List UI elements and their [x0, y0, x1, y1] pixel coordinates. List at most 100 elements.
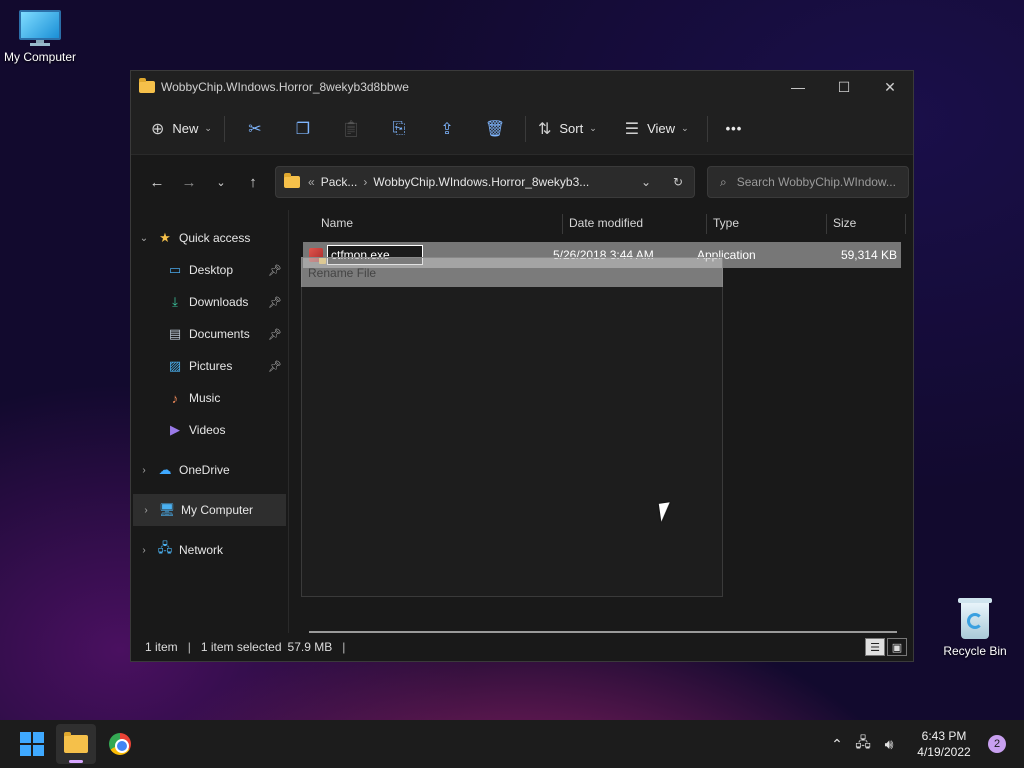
new-label: New — [172, 121, 199, 136]
pin-icon: 📌︎ — [268, 328, 282, 341]
music-icon: ♪ — [171, 390, 179, 406]
nav-network[interactable]: › 🖧︎ Network — [131, 534, 288, 566]
nav-videos[interactable]: ▶ Videos — [131, 414, 288, 446]
delete-button[interactable]: 🗑︎ — [471, 111, 519, 147]
nav-quick-access[interactable]: ⌄ ★ Quick access — [131, 222, 288, 254]
cut-button[interactable]: ✂ — [231, 111, 279, 147]
chevron-right-icon[interactable]: › — [131, 465, 157, 476]
tiles-view-button[interactable]: ▣ — [887, 638, 907, 656]
nav-label: Videos — [189, 423, 226, 437]
sort-button[interactable]: ⇅ Sort ⌄ — [532, 111, 603, 147]
plus-circle-icon: ⊕ — [151, 120, 165, 138]
nav-music[interactable]: ♪ Music — [131, 382, 288, 414]
share-icon: ⇪ — [440, 120, 454, 138]
address-overflow[interactable]: « — [308, 175, 315, 189]
up-button[interactable]: ↑ — [237, 166, 269, 198]
nav-documents[interactable]: ▤ Documents 📌︎ — [131, 318, 288, 350]
nav-pictures[interactable]: ▨ Pictures 📌︎ — [131, 350, 288, 382]
cloud-icon: ☁ — [158, 462, 172, 477]
chevron-down-icon[interactable]: ⌄ — [630, 175, 662, 189]
share-button[interactable]: ⇪ — [423, 111, 471, 147]
mouse-cursor-icon — [658, 502, 673, 522]
taskbar-chrome[interactable] — [100, 724, 140, 764]
close-button[interactable]: ✕ — [867, 71, 913, 103]
column-date-modified[interactable]: Date modified — [569, 216, 643, 230]
column-size[interactable]: Size — [833, 216, 856, 230]
chevron-down-icon: ⌄ — [204, 123, 212, 133]
chevron-right-icon[interactable]: › — [133, 505, 159, 516]
computer-icon: 🖥︎ — [158, 502, 176, 517]
address-bar[interactable]: « Pack... › WobbyChip.WIndows.Horror_8we… — [275, 166, 695, 198]
recycle-bin-icon — [958, 598, 992, 640]
clock[interactable]: 6:43 PM 4/19/2022 — [912, 728, 976, 760]
column-headers: Name Date modified Type Size — [289, 210, 913, 238]
chevron-right-icon[interactable]: › — [131, 545, 157, 556]
details-view-button[interactable]: ☰ — [865, 638, 885, 656]
back-button[interactable]: ← — [141, 166, 173, 198]
copy-icon: ❐ — [295, 120, 311, 138]
rename-dialog-title: Rename File — [301, 257, 723, 287]
breadcrumb-item[interactable]: WobbyChip.WIndows.Horror_8wekyb3... — [373, 175, 589, 189]
video-icon: ▶ — [170, 422, 180, 437]
rename-dialog-outline — [301, 257, 723, 597]
tiles-view-icon: ▣ — [891, 641, 903, 654]
more-options-button[interactable]: ••• — [720, 111, 749, 147]
command-bar: ⊕ New ⌄ ✂ ❐ 📋︎ ⎘ ⇪ 🗑︎ ⇅ Sort ⌄ ☰ View ⌄ … — [131, 103, 913, 155]
picture-icon: ▨ — [168, 358, 182, 373]
desktop-icon-label: Recycle Bin — [943, 644, 1007, 658]
clock-time: 6:43 PM — [921, 729, 967, 743]
copy-button[interactable]: ❐ — [279, 111, 327, 147]
chevron-down-icon: ⌄ — [681, 123, 689, 133]
column-type[interactable]: Type — [713, 216, 739, 230]
minimize-button[interactable]: — — [775, 71, 821, 103]
pin-icon: 📌︎ — [268, 264, 282, 277]
nav-label: Desktop — [189, 263, 234, 277]
chrome-icon — [109, 733, 131, 755]
breadcrumb-item[interactable]: Pack... — [321, 175, 358, 189]
recent-locations-button[interactable]: ⌄ — [205, 166, 237, 198]
forward-button[interactable]: → — [173, 166, 205, 198]
trash-icon: 🗑︎ — [484, 120, 506, 138]
chevron-up-icon[interactable]: ⌃ — [824, 736, 850, 753]
maximize-button[interactable]: ☐ — [821, 71, 867, 103]
nav-label: Network — [179, 543, 224, 557]
title-bar[interactable]: WobbyChip.WIndows.Horror_8wekyb3d8bbwe —… — [131, 71, 913, 103]
navigation-bar: ← → ⌄ ↑ « Pack... › WobbyChip.WIndows.Ho… — [131, 155, 913, 209]
notification-badge[interactable]: 2 — [988, 735, 1006, 753]
windows-logo-icon — [20, 732, 44, 756]
start-button[interactable] — [12, 724, 52, 764]
nav-downloads[interactable]: ⤓ Downloads 📌︎ — [131, 286, 288, 318]
toolbar-divider — [706, 115, 708, 142]
new-button[interactable]: ⊕ New ⌄ — [145, 111, 218, 147]
arrow-right-icon: → — [181, 173, 197, 191]
pin-icon: 📌︎ — [268, 296, 282, 309]
chevron-down-icon[interactable]: ⌄ — [131, 233, 157, 244]
toolbar-divider — [524, 115, 526, 142]
nav-onedrive[interactable]: › ☁ OneDrive — [131, 454, 288, 486]
paste-button[interactable]: 📋︎ — [327, 111, 375, 147]
nav-my-computer[interactable]: › 🖥︎ My Computer — [133, 494, 286, 526]
desktop-icon-my-computer[interactable]: My Computer — [0, 10, 80, 64]
taskbar: ⌃ 🖧︎ 🔊︎ 6:43 PM 4/19/2022 2 — [0, 720, 1024, 768]
scissors-icon: ✂ — [248, 120, 262, 138]
taskbar-file-explorer[interactable] — [56, 724, 96, 764]
view-label: View — [647, 121, 676, 136]
details-view-icon: ☰ — [870, 641, 880, 654]
search-box[interactable]: ⌕ Search WobbyChip.WIndow... — [707, 166, 909, 198]
document-icon: ▤ — [168, 326, 182, 341]
rename-button[interactable]: ⎘ — [375, 111, 423, 147]
column-name[interactable]: Name — [321, 216, 353, 230]
arrow-up-icon: ↑ — [249, 173, 257, 191]
refresh-icon[interactable]: ↻ — [662, 175, 694, 189]
nav-desktop[interactable]: ▭ Desktop 📌︎ — [131, 254, 288, 286]
item-count: 1 item — [145, 640, 178, 654]
volume-icon[interactable]: 🔊︎ — [876, 736, 902, 753]
breadcrumb-separator: › — [363, 175, 368, 189]
window-title: WobbyChip.WIndows.Horror_8wekyb3d8bbwe — [161, 80, 409, 94]
nav-label: Music — [189, 391, 221, 405]
search-placeholder: Search WobbyChip.WIndow... — [736, 175, 896, 189]
desktop-icon-recycle-bin[interactable]: Recycle Bin — [935, 598, 1015, 658]
view-button[interactable]: ☰ View ⌄ — [619, 111, 695, 147]
folder-icon — [139, 78, 155, 93]
network-icon[interactable]: 🖧︎ — [850, 732, 876, 756]
